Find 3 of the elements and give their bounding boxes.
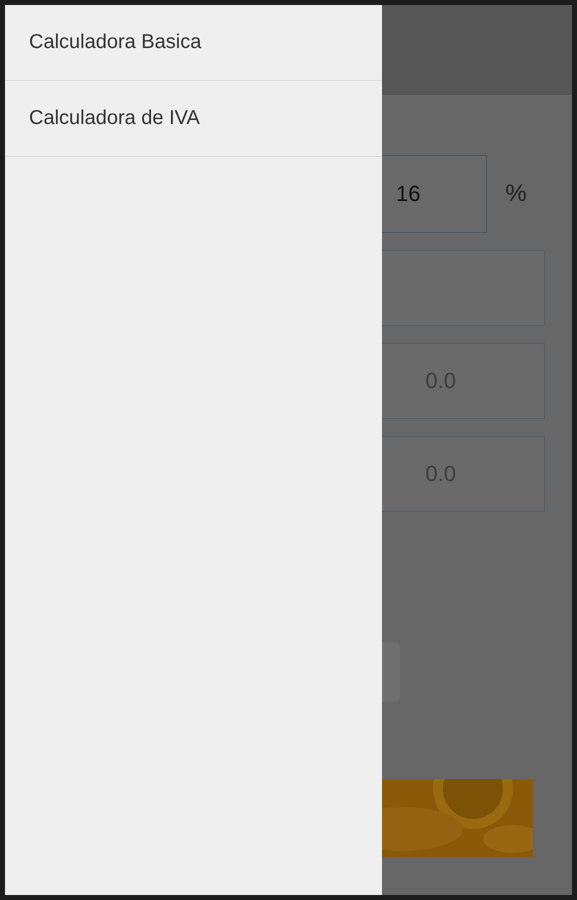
menu-item[interactable]: Calculadora Basica [5,5,382,81]
menu-item[interactable]: Calculadora de IVA [5,81,382,157]
percent-label: % [504,180,528,208]
